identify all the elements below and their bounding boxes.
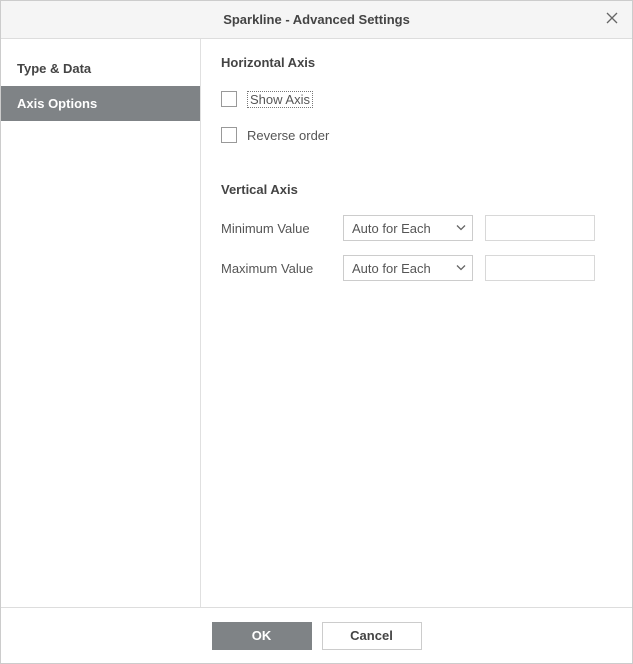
min-value-select-text: Auto for Each bbox=[352, 221, 431, 236]
min-value-select[interactable]: Auto for Each bbox=[343, 215, 473, 241]
cancel-button[interactable]: Cancel bbox=[322, 622, 422, 650]
cancel-button-label: Cancel bbox=[350, 628, 393, 643]
max-value-label: Maximum Value bbox=[221, 261, 331, 276]
chevron-down-icon bbox=[456, 261, 466, 276]
max-value-input[interactable] bbox=[486, 256, 632, 280]
dialog-body: Type & Data Axis Options Horizontal Axis… bbox=[1, 39, 632, 607]
max-value-select[interactable]: Auto for Each bbox=[343, 255, 473, 281]
reverse-order-label: Reverse order bbox=[247, 128, 329, 143]
max-value-spinner bbox=[485, 255, 595, 281]
close-icon bbox=[605, 11, 619, 28]
main-panel: Horizontal Axis Show Axis Reverse order … bbox=[201, 39, 632, 607]
min-value-spinner bbox=[485, 215, 595, 241]
close-button[interactable] bbox=[600, 8, 624, 32]
sidebar-item-type-data[interactable]: Type & Data bbox=[1, 51, 200, 86]
footer: OK Cancel bbox=[1, 607, 632, 663]
sidebar-item-axis-options[interactable]: Axis Options bbox=[1, 86, 200, 121]
vertical-axis-title: Vertical Axis bbox=[221, 182, 612, 197]
show-axis-row: Show Axis bbox=[221, 86, 612, 112]
reverse-order-row: Reverse order bbox=[221, 122, 612, 148]
ok-button[interactable]: OK bbox=[212, 622, 312, 650]
max-value-row: Maximum Value Auto for Each bbox=[221, 253, 612, 283]
show-axis-checkbox[interactable] bbox=[221, 91, 237, 107]
min-value-label: Minimum Value bbox=[221, 221, 331, 236]
chevron-down-icon bbox=[456, 221, 466, 236]
ok-button-label: OK bbox=[252, 628, 272, 643]
min-value-row: Minimum Value Auto for Each bbox=[221, 213, 612, 243]
titlebar: Sparkline - Advanced Settings bbox=[1, 1, 632, 39]
sidebar-item-label: Axis Options bbox=[17, 96, 97, 111]
reverse-order-checkbox[interactable] bbox=[221, 127, 237, 143]
dialog-title: Sparkline - Advanced Settings bbox=[223, 12, 410, 27]
horizontal-axis-title: Horizontal Axis bbox=[221, 55, 612, 70]
max-value-select-text: Auto for Each bbox=[352, 261, 431, 276]
min-value-input[interactable] bbox=[486, 216, 632, 240]
sidebar-item-label: Type & Data bbox=[17, 61, 91, 76]
show-axis-label: Show Axis bbox=[247, 91, 313, 108]
sidebar: Type & Data Axis Options bbox=[1, 39, 201, 607]
